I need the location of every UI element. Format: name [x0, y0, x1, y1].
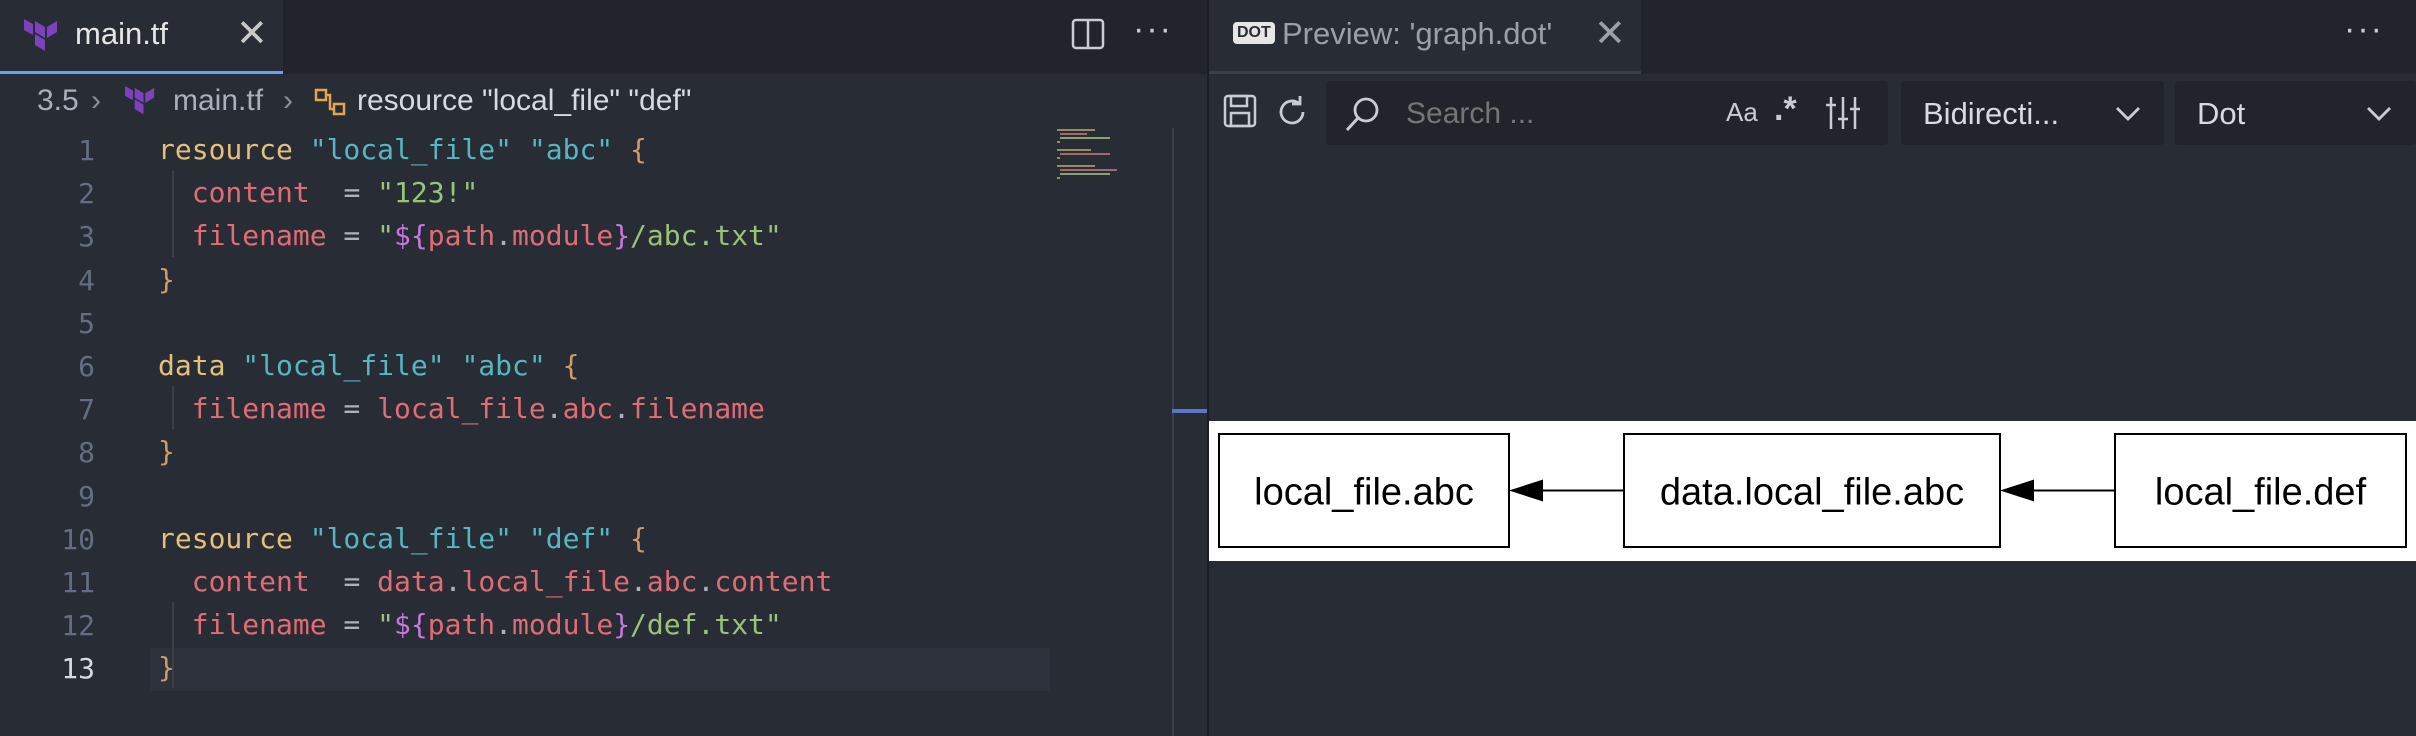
line-number: 2 — [78, 177, 95, 211]
line-text: } — [158, 262, 175, 296]
code-line[interactable]: 8} — [0, 430, 1050, 473]
engine-select[interactable]: Dot — [2175, 81, 2416, 145]
graph-edge-arrowhead — [2000, 479, 2034, 502]
code-line[interactable]: 13} — [0, 646, 1050, 689]
code-line[interactable]: 5 — [0, 301, 1050, 344]
code-line[interactable]: 1 resource "local_file" "abc" { — [0, 128, 1050, 171]
search-box[interactable]: Aa .* — [1326, 81, 1888, 145]
graph-svg: local_file.abc data.local_file.abc local_f… — [1218, 433, 2407, 548]
terraform-icon — [24, 19, 57, 51]
line-number: 5 — [78, 306, 95, 340]
more-actions-icon[interactable]: ··· — [1133, 10, 1173, 49]
dot-file-icon: DOT — [1233, 22, 1275, 44]
save-icon[interactable] — [1223, 94, 1257, 128]
close-icon[interactable]: ✕ — [1594, 15, 1626, 53]
more-actions-icon[interactable]: ··· — [2344, 10, 2384, 49]
code-line[interactable]: 9 — [0, 474, 1050, 517]
minimap[interactable] — [1055, 128, 1145, 188]
line-text: filename = "${path.module}/def.txt" — [191, 608, 782, 642]
line-number: 12 — [61, 609, 95, 643]
code-line[interactable]: 11 content = data.local_file.abc.content — [0, 560, 1050, 603]
editor-scrollbar[interactable] — [1172, 128, 1174, 736]
terraform-icon — [125, 86, 155, 115]
line-number: 13 — [61, 652, 95, 686]
regex-toggle[interactable]: .* — [1774, 90, 1797, 129]
line-number: 7 — [78, 393, 95, 427]
line-number: 3 — [78, 220, 95, 254]
chevron-down-icon — [2116, 107, 2140, 121]
code-line[interactable]: 12 filename = "${path.module}/def.txt" — [0, 603, 1050, 646]
graph-node-label: data.local_file.abc — [1660, 472, 1964, 514]
graph-edge-arrowhead — [1509, 479, 1543, 502]
graph-node-label: local_file.abc — [1254, 472, 1474, 514]
search-input[interactable] — [1404, 93, 1708, 135]
tab-preview-graph[interactable]: DOT Preview: 'graph.dot' ✕ — [1209, 0, 1641, 74]
line-number: 11 — [61, 566, 95, 599]
tab-title: Preview: 'graph.dot' — [1282, 16, 1553, 51]
line-number: 4 — [78, 263, 95, 297]
breadcrumb: 3.5 › main.tf › resource "local_file" "d… — [0, 80, 1100, 124]
engine-value: Dot — [2197, 96, 2246, 131]
line-number: 6 — [78, 350, 95, 383]
tab-title: main.tf — [75, 16, 169, 51]
line-text: resource "local_file" "abc" { — [158, 133, 647, 166]
filter-settings-icon[interactable] — [1825, 95, 1861, 131]
code-line[interactable]: 4} — [0, 258, 1050, 301]
line-number: 8 — [78, 436, 95, 470]
graph-node-label: local_file.def — [2155, 472, 2367, 514]
search-icon — [1345, 97, 1379, 132]
line-text: filename = "${path.module}/abc.txt" — [191, 219, 782, 253]
breadcrumb-folder[interactable]: 3.5 — [37, 84, 79, 118]
direction-value: Bidirecti... — [1923, 96, 2060, 131]
code-line[interactable]: 10 resource "local_file" "def" { — [0, 517, 1050, 560]
minimap-preview — [1057, 129, 1117, 179]
tab-main-tf[interactable]: main.tf ✕ — [0, 0, 283, 74]
line-text: content = "123!" — [191, 176, 479, 210]
close-icon[interactable]: ✕ — [236, 15, 268, 53]
graph-canvas[interactable]: local_file.abc data.local_file.abc local_f… — [1209, 421, 2416, 561]
scrollbar-position-marker — [1172, 409, 1207, 413]
match-case-toggle[interactable]: Aa — [1726, 97, 1758, 128]
line-text: resource "local_file" "def" { — [158, 521, 647, 555]
direction-select[interactable]: Bidirecti... — [1901, 81, 2164, 145]
refresh-icon[interactable] — [1274, 94, 1310, 130]
line-text: } — [158, 435, 175, 469]
code-line[interactable]: 3 filename = "${path.module}/abc.txt" — [0, 214, 1050, 257]
breadcrumb-symbol[interactable]: resource "local_file" "def" — [357, 84, 691, 118]
code-line[interactable]: 7 filename = local_file.abc.filename — [0, 387, 1050, 430]
line-number: 9 — [78, 479, 95, 513]
code-line[interactable]: 6 data "local_file" "abc" { — [0, 344, 1050, 387]
line-text: filename = local_file.abc.filename — [191, 392, 765, 426]
line-text: content = data.local_file.abc.content — [191, 565, 833, 598]
line-number: 1 — [78, 134, 95, 167]
chevron-right-icon: › — [91, 84, 101, 117]
line-text: } — [158, 651, 175, 685]
breadcrumb-file[interactable]: main.tf — [173, 84, 263, 118]
chevron-down-icon — [2367, 107, 2391, 121]
line-text: data "local_file" "abc" { — [158, 349, 580, 382]
chevron-right-icon: › — [283, 84, 293, 117]
symbol-structure-icon — [314, 88, 346, 116]
line-number: 10 — [61, 522, 95, 556]
split-editor-icon[interactable] — [1071, 17, 1105, 51]
code-line[interactable]: 2 content = "123!" — [0, 171, 1050, 214]
